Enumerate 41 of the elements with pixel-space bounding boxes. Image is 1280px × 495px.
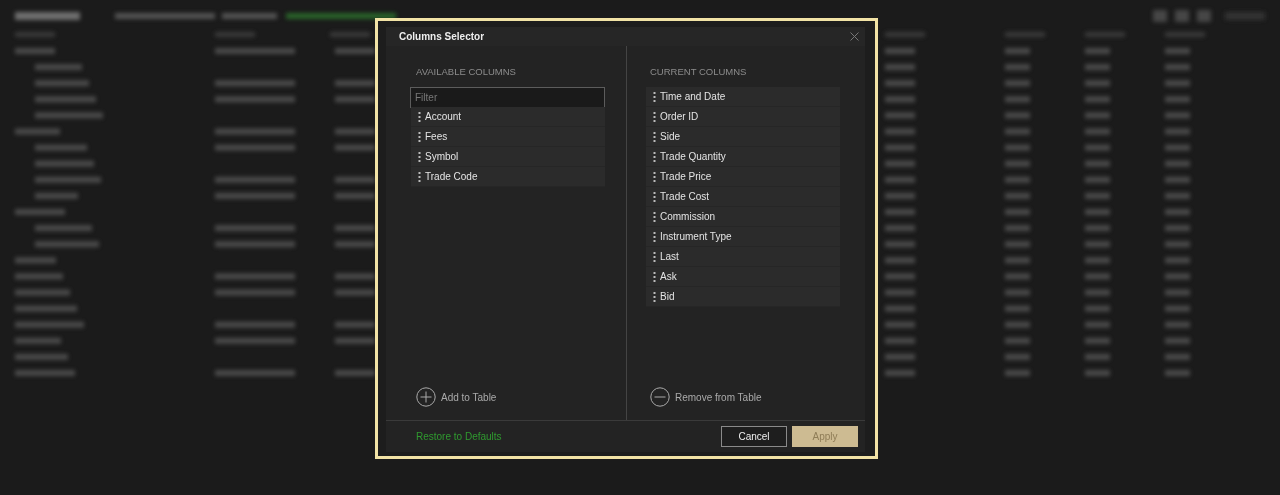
grip-icon[interactable] [653, 191, 656, 202]
add-to-table-button[interactable]: Add to Table [410, 387, 497, 407]
column-item[interactable]: Ask [646, 267, 840, 287]
section-heading: CURRENT COLUMNS [650, 66, 748, 77]
grip-icon[interactable] [653, 271, 656, 282]
close-icon[interactable] [850, 32, 859, 41]
column-item[interactable]: Fees [411, 127, 605, 147]
column-item[interactable]: Trade Code [411, 167, 605, 187]
column-item[interactable]: Account [411, 107, 605, 127]
grip-icon[interactable] [653, 91, 656, 102]
grip-icon[interactable] [653, 211, 656, 222]
restore-defaults-link[interactable]: Restore to Defaults [416, 431, 502, 442]
grip-icon[interactable] [418, 111, 421, 122]
section-heading: AVAILABLE COLUMNS [416, 66, 517, 77]
column-item[interactable]: Instrument Type [646, 227, 840, 247]
column-item[interactable]: Last [646, 247, 840, 267]
grip-icon[interactable] [653, 251, 656, 262]
column-item[interactable]: Trade Quantity [646, 147, 840, 167]
grip-icon[interactable] [418, 131, 421, 142]
column-item[interactable]: Bid [646, 287, 840, 307]
dialog-title: Columns Selector [399, 31, 485, 42]
minus-circle-icon [650, 387, 670, 407]
column-item[interactable]: Symbol [411, 147, 605, 167]
column-item[interactable]: Order ID [646, 107, 840, 127]
grip-icon[interactable] [653, 111, 656, 122]
column-item[interactable]: Commission [646, 207, 840, 227]
grip-icon[interactable] [653, 151, 656, 162]
grip-icon[interactable] [418, 151, 421, 162]
column-item[interactable]: Side [646, 127, 840, 147]
plus-circle-icon [416, 387, 436, 407]
cancel-button[interactable]: Cancel [721, 426, 787, 447]
column-item[interactable]: Time and Date [646, 87, 840, 107]
column-item[interactable]: Trade Price [646, 167, 840, 187]
grip-icon[interactable] [653, 231, 656, 242]
grip-icon[interactable] [653, 131, 656, 142]
column-item[interactable]: Trade Cost [646, 187, 840, 207]
filter-field[interactable]: Filter [410, 87, 605, 108]
remove-from-table-button[interactable]: Remove from Table [646, 387, 762, 407]
grip-icon[interactable] [653, 291, 656, 302]
grip-icon[interactable] [418, 171, 421, 182]
grip-icon[interactable] [653, 171, 656, 182]
